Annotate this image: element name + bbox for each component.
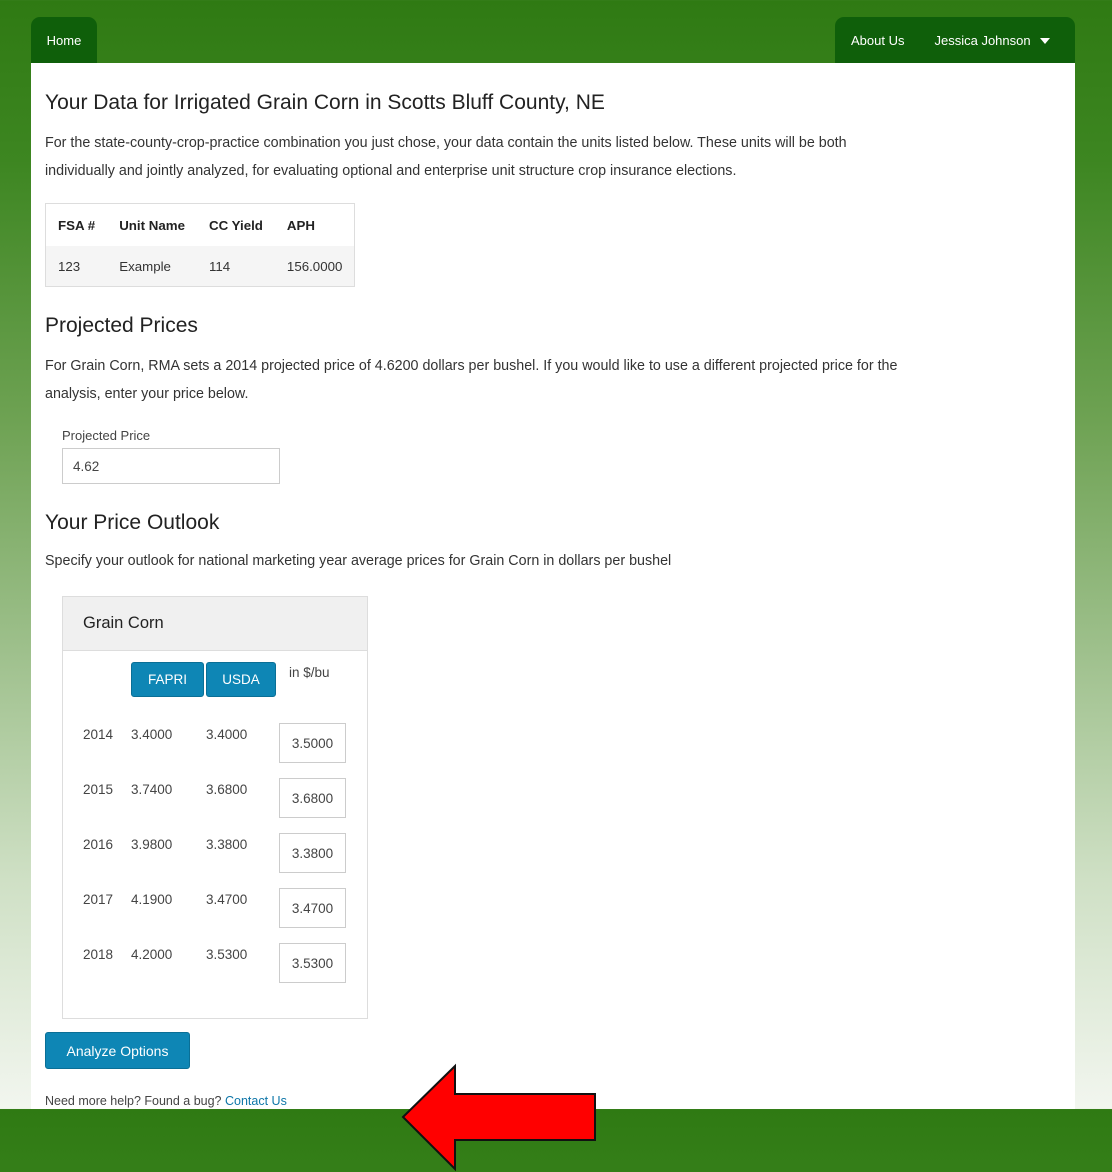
- red-arrow-annotation: [401, 1063, 596, 1172]
- price-outlook-description: Specify your outlook for national market…: [45, 553, 672, 569]
- cell-aph: 156.0000: [274, 246, 355, 287]
- cell-cc-yield: 114: [196, 246, 275, 287]
- row-year: 2015: [83, 782, 114, 797]
- section-description-line1: For the state-county-crop-practice combi…: [45, 135, 847, 151]
- user-name: Jessica Johnson: [934, 33, 1031, 48]
- row-year: 2017: [83, 892, 114, 907]
- section-title-projected-prices: Projected Prices: [45, 314, 198, 337]
- price-input-2018[interactable]: [279, 943, 346, 983]
- units-table: FSA # Unit Name CC Yield APH 123 Example…: [45, 203, 356, 287]
- contact-us-link[interactable]: Contact Us: [225, 1094, 287, 1108]
- main-content: Your Data for Irrigated Grain Corn in Sc…: [31, 63, 1075, 1172]
- row-year: 2016: [83, 837, 114, 852]
- row-year: 2014: [83, 727, 114, 742]
- panel-title: Grain Corn: [63, 597, 367, 651]
- col-header-unit-name: Unit Name: [107, 203, 197, 246]
- price-input-2015[interactable]: [279, 778, 346, 818]
- user-menu[interactable]: Jessica Johnson: [934, 33, 1050, 48]
- price-input-2014[interactable]: [279, 723, 346, 763]
- nav-right-tab: About Us Jessica Johnson: [835, 17, 1075, 64]
- row-usda-value: 3.4700: [206, 892, 248, 907]
- row-usda-value: 3.4000: [206, 727, 248, 742]
- analyze-options-button[interactable]: Analyze Options: [45, 1032, 190, 1069]
- row-fapri-value: 3.9800: [131, 837, 173, 852]
- help-text: Need more help? Found a bug?: [45, 1094, 225, 1108]
- price-row: 2015 3.7400 3.6800: [63, 778, 367, 824]
- projected-description-line1: For Grain Corn, RMA sets a 2014 projecte…: [45, 358, 898, 374]
- nav-about-link[interactable]: About Us: [851, 33, 904, 48]
- cell-unit-name: Example: [107, 246, 197, 287]
- table-header-row: FSA # Unit Name CC Yield APH: [45, 203, 355, 246]
- row-usda-value: 3.5300: [206, 947, 248, 962]
- nav-home-link[interactable]: Home: [47, 33, 82, 48]
- row-fapri-value: 3.7400: [131, 782, 173, 797]
- col-header-cc-yield: CC Yield: [196, 203, 275, 246]
- price-outlook-panel: Grain Corn FAPRI USDA in $/bu 2014 3.400…: [62, 596, 368, 1019]
- row-fapri-value: 4.2000: [131, 947, 173, 962]
- row-usda-value: 3.3800: [206, 837, 248, 852]
- price-input-2016[interactable]: [279, 833, 346, 873]
- row-fapri-value: 3.4000: [131, 727, 173, 742]
- table-row: 123 Example 114 156.0000: [45, 246, 355, 287]
- col-header-fsa: FSA #: [45, 203, 108, 246]
- row-fapri-value: 4.1900: [131, 892, 173, 907]
- price-row: 2014 3.4000 3.4000: [63, 723, 367, 769]
- price-row: 2018 4.2000 3.5300: [63, 943, 367, 989]
- cell-fsa: 123: [45, 246, 108, 287]
- price-input-2017[interactable]: [279, 888, 346, 928]
- col-header-aph: APH: [274, 203, 355, 246]
- price-row: 2016 3.9800 3.3800: [63, 833, 367, 879]
- price-row: 2017 4.1900 3.4700: [63, 888, 367, 934]
- help-footer: Need more help? Found a bug? Contact Us: [45, 1094, 287, 1108]
- fapri-button[interactable]: FAPRI: [131, 662, 204, 697]
- usda-button[interactable]: USDA: [206, 662, 276, 697]
- caret-down-icon: [1039, 37, 1050, 44]
- unit-label: in $/bu: [289, 665, 330, 680]
- projected-price-input[interactable]: [62, 448, 280, 484]
- section-description-line2: individually and jointly analyzed, for e…: [45, 163, 737, 179]
- projected-price-label: Projected Price: [62, 428, 151, 443]
- section-title-your-data: Your Data for Irrigated Grain Corn in Sc…: [45, 91, 605, 114]
- row-year: 2018: [83, 947, 114, 962]
- section-title-price-outlook: Your Price Outlook: [45, 511, 220, 534]
- nav-home-tab[interactable]: Home: [31, 17, 97, 64]
- projected-description-line2: analysis, enter your price below.: [45, 386, 249, 402]
- row-usda-value: 3.6800: [206, 782, 248, 797]
